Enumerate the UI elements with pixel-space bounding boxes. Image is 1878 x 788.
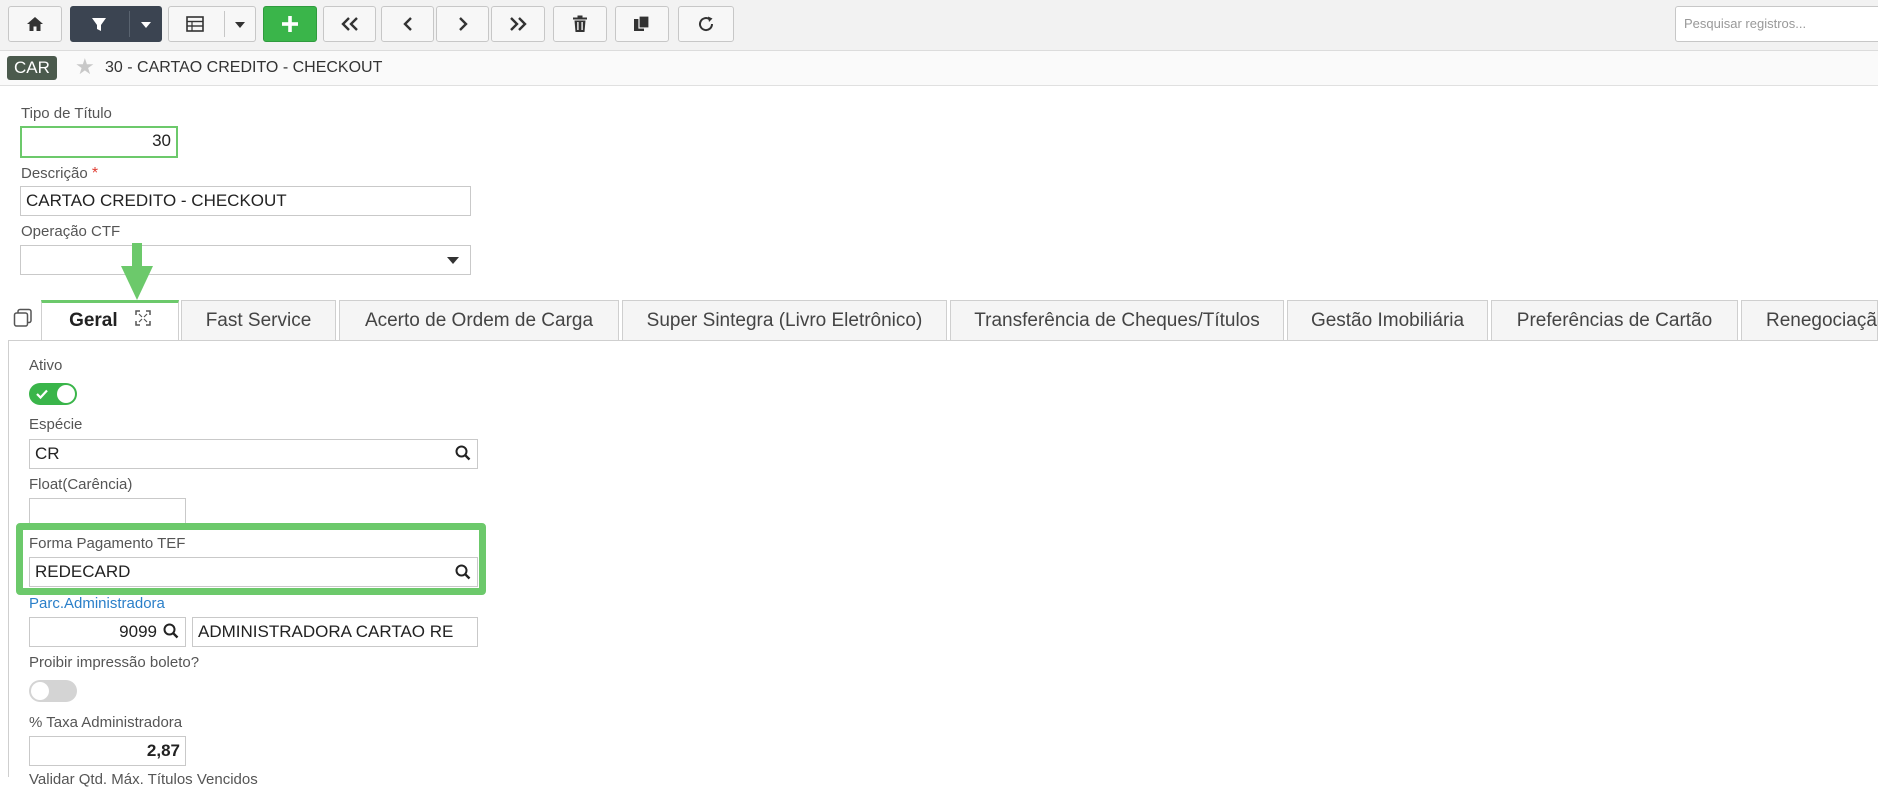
tab-bar: Geral Fast Service Acerto de Ordem de Ca… <box>0 298 1878 340</box>
tab-geral[interactable]: Geral <box>41 300 179 340</box>
float-carencia-label: Float(Carência) <box>29 476 133 493</box>
toggle-knob <box>57 385 75 403</box>
taxa-administradora-input[interactable]: 2,87 <box>29 736 186 766</box>
restore-window-icon[interactable] <box>13 308 33 333</box>
validar-qtd-max-label: Validar Qtd. Máx. Títulos Vencidos <box>29 771 258 788</box>
page-title: 30 - CARTAO CREDITO - CHECKOUT <box>105 59 383 76</box>
trash-icon <box>572 15 588 33</box>
divider <box>224 11 225 37</box>
chevron-down-icon <box>447 257 459 264</box>
search-icon[interactable] <box>455 445 471 466</box>
tab-transferencia-cheques[interactable]: Transferência de Cheques/Títulos <box>950 300 1284 340</box>
parc-administradora-label[interactable]: Parc.Administradora <box>29 595 165 612</box>
tab-preferencias-cartao[interactable]: Preferências de Cartão <box>1491 300 1738 340</box>
especie-label: Espécie <box>29 416 83 433</box>
chevron-right-icon <box>456 16 470 32</box>
filter-button[interactable] <box>70 6 162 42</box>
copy-button[interactable] <box>615 6 669 42</box>
chevron-down-icon[interactable] <box>141 22 151 28</box>
tab-gestao-imobiliaria[interactable]: Gestão Imobiliária <box>1287 300 1488 340</box>
descricao-label: Descrição * <box>21 165 98 183</box>
last-record-button[interactable] <box>491 6 545 42</box>
tab-super-sintegra[interactable]: Super Sintegra (Livro Eletrônico) <box>622 300 947 340</box>
tab-content-border <box>8 340 1878 341</box>
ativo-label: Ativo <box>29 357 63 374</box>
descricao-input[interactable]: CARTAO CREDITO - CHECKOUT <box>20 186 471 216</box>
ativo-toggle[interactable] <box>29 383 77 405</box>
operacao-ctf-label: Operação CTF <box>21 223 121 240</box>
tab-content-left-border <box>8 340 9 777</box>
operacao-ctf-select[interactable] <box>20 245 471 275</box>
tipo-titulo-input[interactable]: 30 <box>20 126 178 158</box>
taxa-administradora-label: % Taxa Administradora <box>29 714 183 731</box>
next-record-button[interactable] <box>436 6 489 42</box>
filter-icon <box>91 17 107 33</box>
home-icon <box>26 16 44 32</box>
double-chevron-left-icon <box>340 16 360 32</box>
forma-pagamento-tef-input[interactable]: REDECARD <box>29 557 478 587</box>
parc-administradora-name-input: ADMINISTRADORA CARTAO RE <box>192 617 478 647</box>
especie-input[interactable]: CR <box>29 439 478 469</box>
chevron-down-icon[interactable] <box>235 22 245 28</box>
tab-fast-service[interactable]: Fast Service <box>181 300 336 340</box>
view-grid-button[interactable] <box>168 6 256 42</box>
double-chevron-right-icon <box>508 16 528 32</box>
refresh-icon <box>697 15 715 33</box>
toolbar: Pesquisar registros... <box>0 0 1878 51</box>
table-icon <box>186 16 204 32</box>
proibir-impressao-boleto-label: Proibir impressão boleto? <box>29 654 200 671</box>
add-button[interactable] <box>263 6 317 42</box>
search-icon[interactable] <box>455 564 471 585</box>
delete-button[interactable] <box>553 6 607 42</box>
expand-icon[interactable] <box>135 303 151 339</box>
annotation-arrow-head <box>121 266 153 300</box>
search-icon[interactable] <box>163 623 179 644</box>
plus-icon <box>281 15 299 33</box>
home-button[interactable] <box>8 6 62 42</box>
chevron-left-icon <box>401 16 415 32</box>
divider <box>129 11 130 37</box>
forma-pagamento-tef-label: Forma Pagamento TEF <box>29 535 186 552</box>
first-record-button[interactable] <box>323 6 376 42</box>
search-input[interactable]: Pesquisar registros... <box>1675 6 1878 42</box>
tipo-titulo-label: Tipo de Título <box>21 105 112 122</box>
toggle-knob <box>31 682 49 700</box>
tab-renegociacao[interactable]: Renegociação <box>1741 300 1878 340</box>
tab-label: Geral <box>69 310 118 332</box>
module-badge: CAR <box>7 56 57 80</box>
refresh-button[interactable] <box>678 6 734 42</box>
star-icon[interactable]: ★ <box>75 55 95 80</box>
tab-acerto-ordem-carga[interactable]: Acerto de Ordem de Carga <box>339 300 619 340</box>
previous-record-button[interactable] <box>381 6 434 42</box>
proibir-impressao-boleto-toggle[interactable] <box>29 680 77 702</box>
copy-icon <box>633 15 651 33</box>
breadcrumb: CAR ★ 30 - CARTAO CREDITO - CHECKOUT <box>0 51 1878 86</box>
required-marker: * <box>91 165 99 182</box>
check-icon <box>35 387 49 406</box>
descricao-label-text: Descrição <box>21 165 88 182</box>
